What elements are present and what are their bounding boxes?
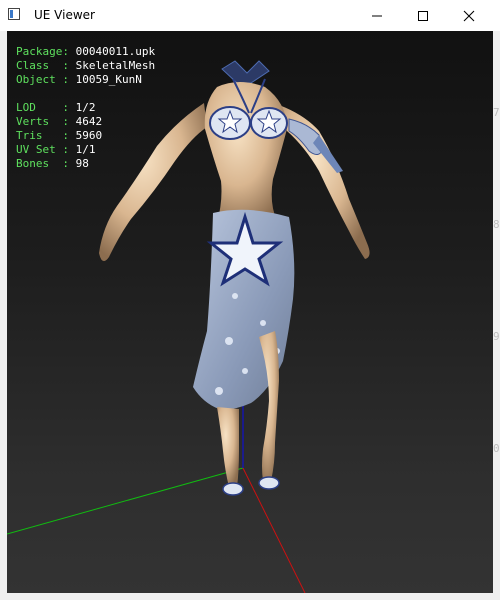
left-shoe bbox=[222, 482, 244, 496]
lod-label: LOD : bbox=[16, 101, 69, 114]
class-value: SkeletalMesh bbox=[75, 59, 156, 72]
close-button[interactable] bbox=[446, 0, 492, 31]
background-window-left bbox=[0, 31, 7, 600]
background-digit: 7 bbox=[493, 106, 500, 119]
window-title: UE Viewer bbox=[34, 8, 95, 22]
background-digit: 0 bbox=[493, 442, 500, 455]
uvset-value: 1/1 bbox=[75, 143, 96, 156]
tris-value: 5960 bbox=[75, 129, 103, 142]
maximize-icon bbox=[418, 10, 428, 21]
verts-label: Verts : bbox=[16, 115, 69, 128]
background-digit: 8 bbox=[493, 218, 500, 231]
class-label: Class : bbox=[16, 59, 69, 72]
app-window: UE Viewer Package: 00040011.upk Class: … bbox=[0, 0, 500, 600]
mesh-info-panel: Package: 00040011.upk Class : SkeletalMe… bbox=[16, 45, 155, 171]
object-label: Object : bbox=[16, 73, 69, 86]
minimize-icon bbox=[372, 15, 382, 16]
torso bbox=[204, 82, 287, 223]
lod-value: 1/2 bbox=[75, 101, 96, 114]
axis-y-line bbox=[7, 467, 244, 535]
3d-viewport[interactable]: Package: 00040011.upk Class : SkeletalMe… bbox=[7, 31, 493, 593]
app-icon bbox=[8, 8, 20, 20]
title-bar[interactable]: UE Viewer bbox=[0, 0, 500, 32]
uvset-label: UV Set : bbox=[16, 143, 69, 156]
background-window-bottom bbox=[0, 593, 500, 600]
maximize-button[interactable] bbox=[400, 0, 446, 31]
bones-label: Bones : bbox=[16, 157, 69, 170]
minimize-button[interactable] bbox=[354, 0, 400, 31]
bones-value: 98 bbox=[75, 157, 89, 170]
verts-value: 4642 bbox=[75, 115, 103, 128]
package-value: 00040011.upk bbox=[75, 45, 156, 58]
background-digit: 9 bbox=[493, 330, 500, 343]
left-leg bbox=[217, 407, 239, 487]
tris-label: Tris : bbox=[16, 129, 69, 142]
object-value: 10059_KunN bbox=[75, 73, 142, 86]
package-label: Package: bbox=[16, 45, 69, 58]
right-shoe bbox=[258, 476, 280, 490]
close-icon bbox=[463, 10, 475, 21]
hair-bow bbox=[221, 60, 270, 84]
